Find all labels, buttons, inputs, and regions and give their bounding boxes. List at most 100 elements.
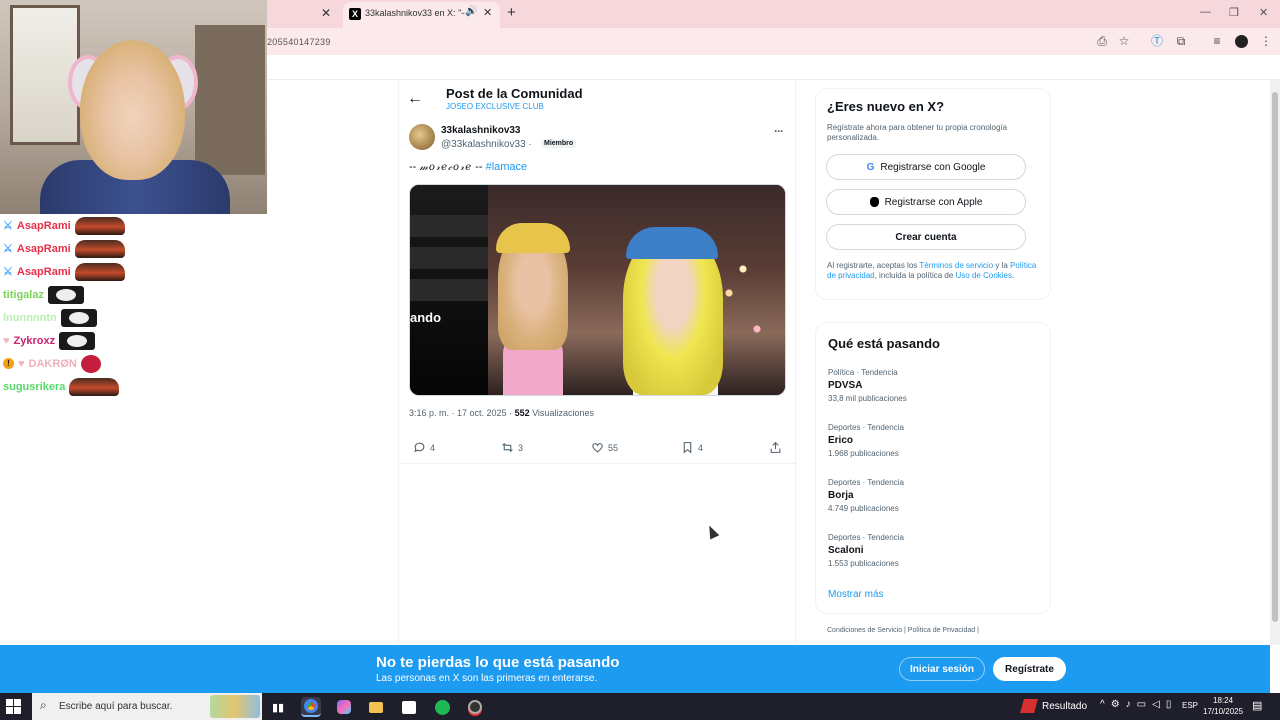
task-view-icon[interactable]: ▮▮ bbox=[268, 697, 288, 717]
volume-icon[interactable]: ◁ bbox=[1152, 699, 1160, 710]
chat-username: AsapRami bbox=[16, 265, 71, 278]
chat-emote-cat bbox=[59, 331, 96, 350]
cookies-link[interactable]: Uso de Cookies bbox=[956, 271, 1012, 280]
notification-icon[interactable]: ▤ bbox=[1252, 699, 1262, 712]
legal-text-3: , incluida la política de bbox=[874, 271, 956, 280]
tab-title: 33kalashnikov33 en X: "-- m bbox=[365, 8, 465, 18]
taskbar-search[interactable]: ⌕ Escribe aquí para buscar. bbox=[32, 693, 262, 720]
trend-count: 1.968 publicaciones bbox=[828, 449, 899, 458]
tray-result-widget[interactable]: Resultado bbox=[1020, 699, 1088, 713]
windows-start-icon[interactable] bbox=[6, 699, 21, 714]
install-app-icon[interactable]: ⎙ bbox=[1095, 34, 1109, 48]
like-button[interactable]: 55 bbox=[591, 441, 618, 454]
repost-button[interactable]: 3 bbox=[501, 441, 523, 454]
reply-button[interactable]: 4 bbox=[413, 441, 435, 454]
post-actions-bar: 4 3 55 4 bbox=[399, 438, 797, 464]
signup-title: ¿Eres nuevo en X? bbox=[827, 99, 945, 114]
file-explorer-icon[interactable] bbox=[366, 697, 386, 717]
extensions-icon[interactable]: ⧉ bbox=[1174, 34, 1188, 48]
trend-item[interactable]: Deportes · Tendencia Erico 1.968 publica… bbox=[828, 423, 1038, 458]
url-field[interactable]: 205540147239 bbox=[267, 37, 331, 47]
chat-message: ! ♥ DAKRØN bbox=[0, 352, 267, 375]
terms-link[interactable]: Términos de servicio bbox=[919, 261, 993, 270]
trend-category: Deportes · Tendencia bbox=[828, 533, 904, 542]
post-author-name[interactable]: 33kalashnikov33 bbox=[441, 125, 521, 136]
microphone-icon[interactable]: ♪ bbox=[1126, 699, 1131, 710]
tray-app-icon[interactable]: ⚙ bbox=[1111, 699, 1120, 710]
chevron-up-icon[interactable]: ^ bbox=[1100, 699, 1105, 710]
apple-logo-icon bbox=[869, 197, 879, 207]
chrome-app-icon[interactable] bbox=[301, 697, 321, 717]
post-author-handle[interactable]: @33kalashnikov33 · bbox=[441, 139, 532, 150]
scrollbar-thumb[interactable] bbox=[1272, 92, 1278, 622]
share-button[interactable] bbox=[769, 441, 782, 454]
trend-item[interactable]: Deportes · Tendencia Borja 4.749 publica… bbox=[828, 478, 1038, 513]
close-tab-icon[interactable]: ✕ bbox=[483, 6, 492, 19]
share-icon bbox=[770, 441, 781, 453]
legal-text-4: . bbox=[1012, 271, 1015, 280]
minimize-button[interactable]: — bbox=[1200, 6, 1211, 18]
back-arrow-icon[interactable]: ← bbox=[407, 90, 423, 108]
close-tab-icon[interactable]: ✕ bbox=[321, 6, 331, 20]
language-indicator[interactable]: ESP bbox=[1182, 701, 1198, 710]
speaker-icon[interactable]: 🔊 bbox=[465, 6, 477, 17]
chat-username: AsapRami bbox=[16, 219, 71, 232]
os-taskbar: ⌕ Escribe aquí para buscar. ▮▮ Resultado… bbox=[0, 693, 1280, 720]
search-highlight-image bbox=[210, 695, 260, 718]
post-timestamp: 3:16 p. m. · 17 oct. 2025 · 552 Visualiz… bbox=[409, 408, 594, 418]
close-window-button[interactable]: ✕ bbox=[1259, 6, 1268, 19]
spotify-app-icon[interactable] bbox=[432, 697, 452, 717]
post-media-image[interactable]: ando bbox=[409, 184, 786, 396]
media-controls-icon[interactable]: ≡ bbox=[1210, 34, 1224, 48]
media-dark-panel: ando bbox=[410, 185, 488, 395]
bookmark-button[interactable]: 4 bbox=[681, 441, 703, 454]
trends-card: Qué está pasando Política · Tendencia PD… bbox=[815, 322, 1051, 614]
register-button[interactable]: Regístrate bbox=[993, 657, 1066, 681]
media-bar bbox=[410, 247, 488, 269]
new-tab-button[interactable]: + bbox=[507, 4, 516, 21]
stream-chat: ⚔ AsapRami ⚔ AsapRami ⚔ AsapRami titigalaz lnun… bbox=[0, 214, 267, 398]
media-bar bbox=[410, 215, 488, 237]
translate-icon[interactable]: Ⓣ bbox=[1150, 34, 1164, 48]
trend-item[interactable]: Política · Tendencia PDVSA 33,8 mil publ… bbox=[828, 368, 1038, 403]
moderator-sword-icon: ⚔ bbox=[3, 266, 13, 278]
chat-emote-car bbox=[74, 239, 125, 258]
bookmark-star-icon[interactable]: ☆ bbox=[1117, 34, 1131, 48]
maximize-button[interactable]: ❐ bbox=[1229, 6, 1239, 19]
community-name-link[interactable]: JOSEO EXCLUSIVE CLUB bbox=[446, 102, 544, 111]
trend-category: Política · Tendencia bbox=[828, 368, 898, 377]
hashtag-link[interactable]: #lamace bbox=[486, 161, 528, 173]
post-author-avatar[interactable] bbox=[409, 124, 435, 150]
screen: ✕ X 33kalashnikov33 en X: "-- m 🔊 ✕ + — … bbox=[0, 0, 1280, 720]
browser-tab-active[interactable]: X 33kalashnikov33 en X: "-- m 🔊 ✕ bbox=[343, 2, 500, 28]
media-photo-scene bbox=[488, 185, 785, 395]
page-scrollbar[interactable] bbox=[1270, 80, 1280, 645]
signup-google-button[interactable]: G Registrarse con Google bbox=[826, 154, 1026, 180]
show-more-link[interactable]: Mostrar más bbox=[828, 589, 884, 600]
moderator-sword-icon: ⚔ bbox=[3, 220, 13, 232]
battery-icon[interactable]: ▯ bbox=[1166, 699, 1172, 710]
post-time[interactable]: 3:16 p. m. · 17 oct. 2025 · bbox=[409, 408, 515, 418]
create-account-button[interactable]: Crear cuenta bbox=[826, 224, 1026, 250]
signup-description: Regístrate ahora para obtener tu propia … bbox=[827, 123, 1008, 142]
tray-result-label: Resultado bbox=[1042, 700, 1088, 712]
more-options-icon[interactable]: ··· bbox=[774, 124, 784, 138]
webcam-overlay bbox=[0, 0, 267, 214]
chat-username: lnunnnntn bbox=[3, 311, 57, 324]
login-button[interactable]: Iniciar sesión bbox=[899, 657, 985, 681]
signup-apple-button[interactable]: Registrarse con Apple bbox=[826, 189, 1026, 215]
store-app-icon[interactable] bbox=[399, 697, 419, 717]
chrome-app-icon-2[interactable] bbox=[465, 697, 485, 717]
chat-emote-car bbox=[74, 262, 125, 281]
profile-avatar[interactable] bbox=[1235, 35, 1248, 48]
person-right-hat bbox=[626, 227, 718, 259]
network-icon[interactable]: ▭ bbox=[1137, 699, 1146, 710]
trend-item[interactable]: Deportes · Tendencia Scaloni 1.553 publi… bbox=[828, 533, 1038, 568]
copilot-app-icon[interactable] bbox=[334, 697, 354, 717]
post-text-prefix: -- bbox=[409, 161, 420, 173]
menu-dots-icon[interactable]: ⋮ bbox=[1259, 34, 1273, 48]
footer-links[interactable]: Condiciones de Servicio | Política de Pr… bbox=[827, 627, 979, 634]
search-icon: ⌕ bbox=[40, 698, 47, 712]
system-clock[interactable]: 18:24 17/10/2025 bbox=[1203, 695, 1243, 717]
member-badge: Miembro bbox=[541, 139, 577, 148]
